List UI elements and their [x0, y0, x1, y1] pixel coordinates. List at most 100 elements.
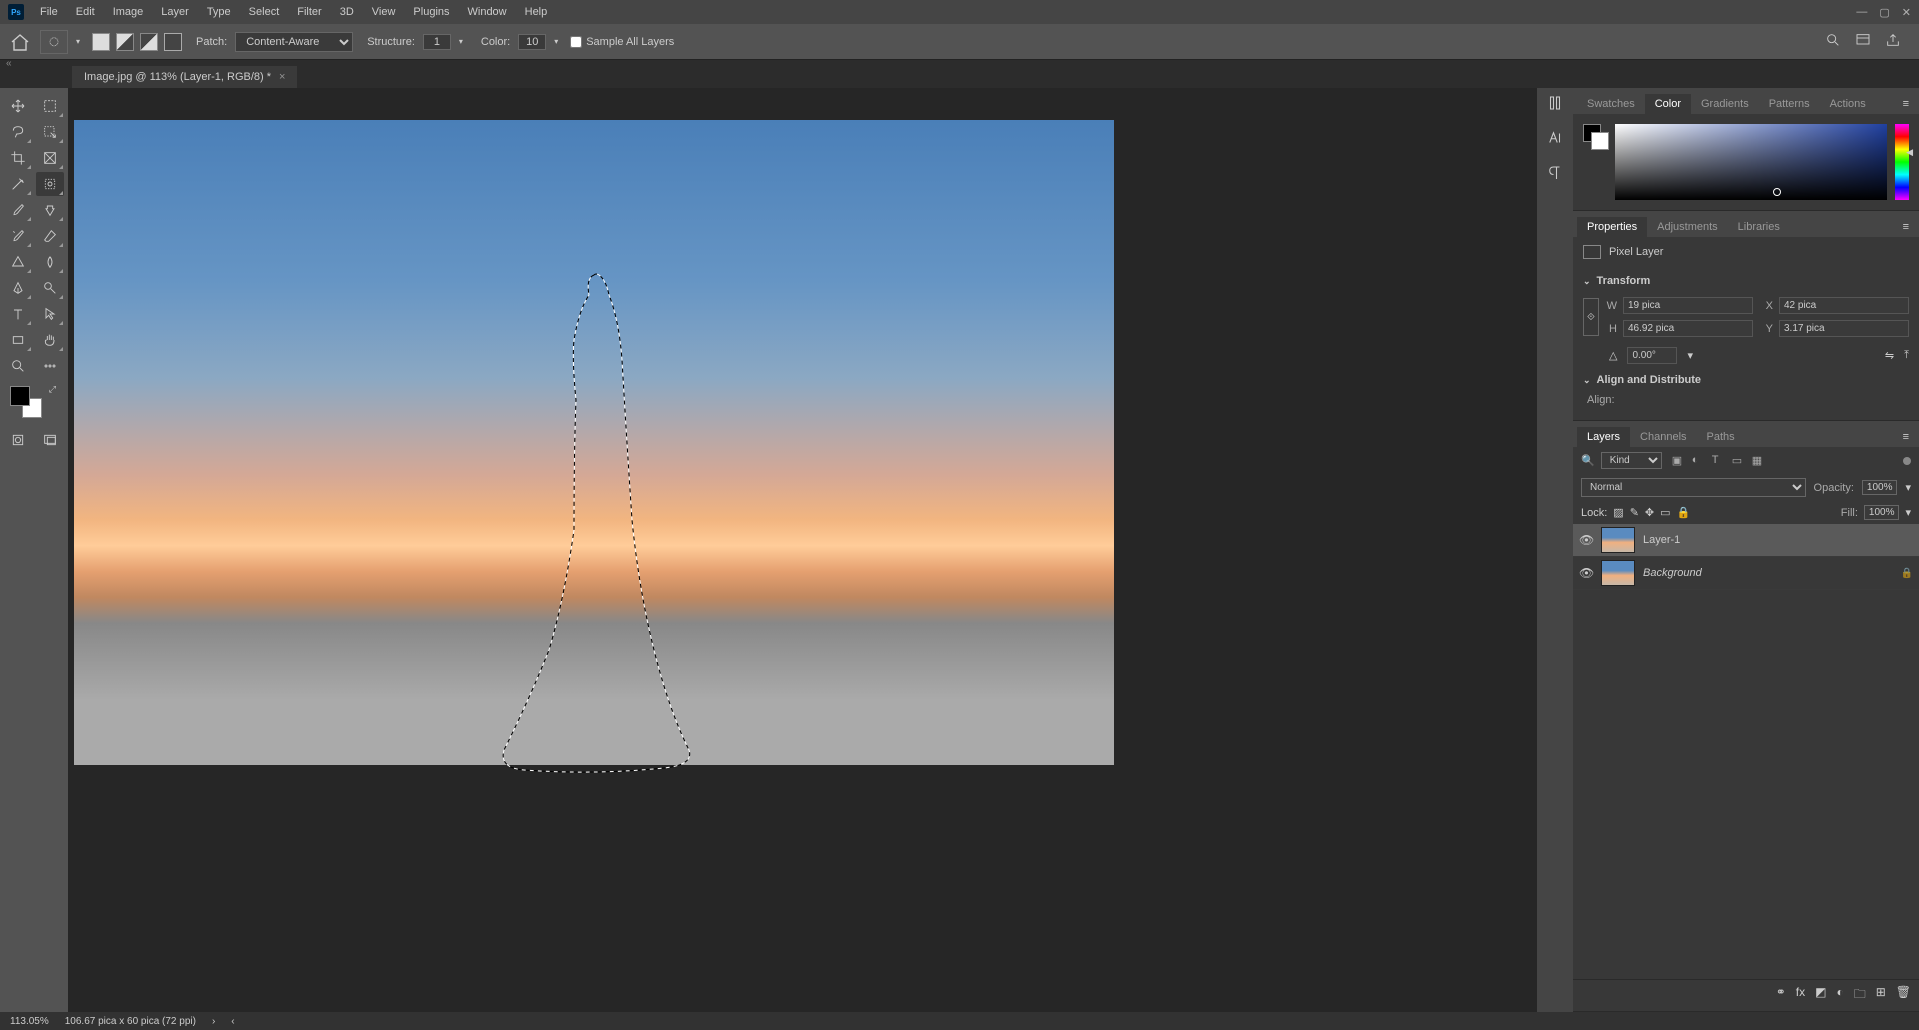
menu-select[interactable]: Select [241, 4, 288, 20]
tab-gradients[interactable]: Gradients [1691, 94, 1759, 114]
document-dimensions[interactable]: 106.67 pica x 60 pica (72 ppi) [65, 1016, 196, 1027]
filter-type-icon[interactable]: T [1712, 454, 1726, 468]
menu-3d[interactable]: 3D [332, 4, 362, 20]
brush-tool[interactable] [4, 198, 32, 222]
layer-name[interactable]: Layer-1 [1643, 534, 1680, 546]
paragraph-panel-icon[interactable] [1546, 164, 1564, 185]
swap-colors-icon[interactable]: ⤢ [49, 384, 56, 395]
document-canvas[interactable] [74, 120, 1114, 765]
tab-actions[interactable]: Actions [1820, 94, 1876, 114]
height-input[interactable] [1623, 320, 1753, 337]
chevron-down-icon[interactable]: ▾ [1905, 506, 1911, 519]
lock-pixels-icon[interactable]: ✎ [1630, 506, 1639, 519]
panel-fg-bg-colors[interactable] [1583, 124, 1607, 148]
search-icon[interactable]: 🔍 [1581, 454, 1595, 467]
filter-smart-icon[interactable]: ▦ [1752, 454, 1766, 468]
zoom-tool[interactable] [4, 354, 32, 378]
chevron-down-icon[interactable]: ▾ [1687, 349, 1693, 362]
structure-input[interactable] [423, 34, 451, 50]
color-input[interactable] [518, 34, 546, 50]
menu-image[interactable]: Image [105, 4, 152, 20]
close-button[interactable]: ✕ [1902, 6, 1911, 19]
new-selection-icon[interactable] [92, 33, 110, 51]
patch-mode-select[interactable]: Content-Aware [235, 32, 353, 52]
panel-background-color[interactable] [1591, 132, 1609, 150]
add-selection-icon[interactable] [116, 33, 134, 51]
menu-plugins[interactable]: Plugins [405, 4, 457, 20]
angle-input[interactable] [1627, 347, 1677, 364]
layer-item[interactable]: 👁 Layer-1 [1573, 524, 1919, 557]
subtract-selection-icon[interactable] [140, 33, 158, 51]
align-section-header[interactable]: ⌄ Align and Distribute [1583, 368, 1909, 392]
tab-libraries[interactable]: Libraries [1728, 217, 1790, 237]
search-icon[interactable] [1825, 32, 1841, 51]
color-field[interactable] [1615, 124, 1887, 200]
flip-vertical-icon[interactable]: ⤒ [1904, 349, 1909, 362]
panel-menu-icon[interactable]: ≡ [1897, 217, 1915, 237]
hand-tool[interactable] [36, 328, 64, 352]
gradient-tool[interactable] [4, 250, 32, 274]
layer-item[interactable]: 👁 Background 🔒 [1573, 557, 1919, 590]
layer-thumbnail[interactable] [1601, 560, 1635, 586]
menu-filter[interactable]: Filter [289, 4, 329, 20]
menu-view[interactable]: View [364, 4, 404, 20]
visibility-toggle[interactable]: 👁 [1579, 566, 1593, 580]
type-tool[interactable] [4, 302, 32, 326]
link-layers-icon[interactable]: ⚭ [1776, 985, 1786, 1006]
menu-help[interactable]: Help [517, 4, 556, 20]
tab-patterns[interactable]: Patterns [1759, 94, 1820, 114]
filter-kind-select[interactable]: Kind [1601, 452, 1662, 469]
menu-edit[interactable]: Edit [68, 4, 103, 20]
eraser-tool[interactable] [36, 224, 64, 248]
tab-paths[interactable]: Paths [1697, 427, 1745, 447]
foreground-background-colors[interactable]: ⤢ [4, 384, 64, 420]
eyedropper-tool[interactable] [4, 172, 32, 196]
link-dimensions-icon[interactable]: ⟐ [1583, 298, 1599, 336]
visibility-toggle[interactable]: 👁 [1579, 533, 1593, 547]
canvas-area[interactable] [68, 88, 1537, 1012]
tool-preset-picker[interactable]: ◌ [40, 30, 68, 54]
panel-menu-icon[interactable]: ≡ [1897, 427, 1915, 447]
lock-position-icon[interactable]: ✥ [1645, 506, 1654, 519]
share-icon[interactable] [1885, 32, 1901, 51]
screen-mode-button[interactable] [36, 428, 64, 452]
sample-all-checkbox[interactable] [570, 36, 582, 48]
history-brush-tool[interactable] [4, 224, 32, 248]
delete-layer-icon[interactable]: 🗑 [1896, 985, 1911, 1006]
layer-mask-icon[interactable]: ◩ [1815, 985, 1826, 1006]
zoom-level[interactable]: 113.05% [10, 1016, 49, 1027]
status-arrow-left[interactable]: ‹ [231, 1016, 234, 1027]
chevron-down-icon[interactable]: ▾ [1905, 481, 1911, 494]
panel-menu-icon[interactable]: ≡ [1897, 94, 1915, 114]
maximize-button[interactable]: ▢ [1879, 6, 1889, 19]
quick-mask-button[interactable] [4, 428, 32, 452]
menu-file[interactable]: File [32, 4, 66, 20]
fill-value[interactable]: 100% [1864, 505, 1900, 520]
adjustment-layer-icon[interactable]: ◐ [1836, 985, 1843, 1006]
workspace-switcher-icon[interactable] [1855, 32, 1871, 51]
document-tab[interactable]: Image.jpg @ 113% (Layer-1, RGB/8) * × [72, 66, 297, 88]
new-layer-icon[interactable]: ⊞ [1876, 985, 1886, 1006]
dodge-tool[interactable] [36, 276, 64, 300]
filter-toggle[interactable] [1903, 457, 1911, 465]
layer-style-icon[interactable]: fx [1796, 985, 1805, 1006]
rectangle-tool[interactable] [4, 328, 32, 352]
layer-name[interactable]: Background [1643, 567, 1702, 579]
pen-tool[interactable] [4, 276, 32, 300]
blend-mode-select[interactable]: Normal [1581, 478, 1806, 497]
clone-stamp-tool[interactable] [36, 198, 64, 222]
filter-shape-icon[interactable]: ▭ [1732, 454, 1746, 468]
sample-all-layers-checkbox[interactable]: Sample All Layers [570, 36, 674, 48]
move-tool[interactable] [4, 94, 32, 118]
marquee-tool[interactable] [36, 94, 64, 118]
menu-layer[interactable]: Layer [153, 4, 197, 20]
edit-toolbar-button[interactable] [36, 354, 64, 378]
layer-thumbnail[interactable] [1601, 527, 1635, 553]
group-icon[interactable]: 🗀 [1854, 985, 1866, 1006]
close-tab-icon[interactable]: × [279, 71, 285, 83]
intersect-selection-icon[interactable] [164, 33, 182, 51]
history-panel-icon[interactable] [1546, 94, 1564, 115]
tab-swatches[interactable]: Swatches [1577, 94, 1645, 114]
blur-tool[interactable] [36, 250, 64, 274]
menu-type[interactable]: Type [199, 4, 239, 20]
